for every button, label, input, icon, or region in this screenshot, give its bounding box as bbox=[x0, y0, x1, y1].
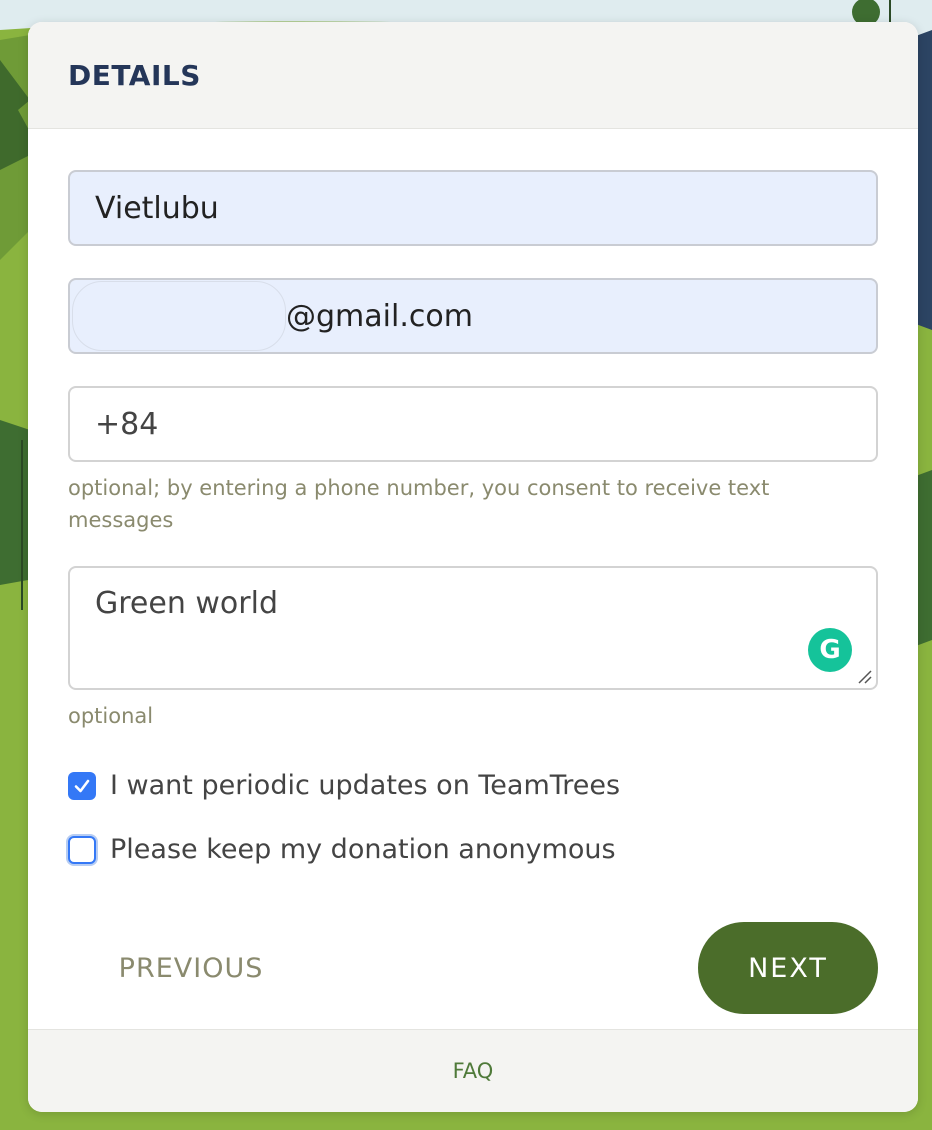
anonymous-checkbox[interactable] bbox=[68, 835, 96, 864]
phone-help-text: optional; by entering a phone number, yo… bbox=[68, 476, 770, 532]
resize-handle-icon[interactable] bbox=[857, 669, 873, 685]
faq-link[interactable]: FAQ bbox=[453, 1059, 494, 1083]
email-redacted-block bbox=[72, 281, 286, 351]
phone-input-value: +84 bbox=[95, 406, 159, 442]
details-card: DETAILS Vietlubu @gmail.com +84 optional… bbox=[28, 22, 918, 1112]
previous-button[interactable]: PREVIOUS bbox=[86, 922, 296, 1014]
message-textarea-value: Green world bbox=[95, 586, 278, 621]
name-input[interactable]: Vietlubu bbox=[68, 170, 878, 246]
updates-checkbox-row[interactable]: I want periodic updates on TeamTrees bbox=[68, 770, 620, 801]
anonymous-checkbox-row[interactable]: Please keep my donation anonymous bbox=[68, 834, 616, 865]
card-header: DETAILS bbox=[28, 22, 918, 129]
message-textarea[interactable]: Green world G bbox=[68, 566, 878, 690]
card-footer: FAQ bbox=[28, 1029, 918, 1112]
email-input[interactable]: @gmail.com bbox=[68, 278, 878, 354]
checkmark-icon bbox=[74, 779, 90, 792]
name-input-value: Vietlubu bbox=[95, 190, 219, 226]
updates-checkbox-label[interactable]: I want periodic updates on TeamTrees bbox=[110, 770, 620, 801]
phone-input[interactable]: +84 bbox=[68, 386, 878, 462]
updates-checkbox[interactable] bbox=[68, 771, 96, 800]
email-input-value: @gmail.com bbox=[286, 298, 473, 334]
message-help-text: optional bbox=[68, 704, 154, 728]
page-title: DETAILS bbox=[68, 58, 201, 92]
next-button[interactable]: NEXT bbox=[698, 922, 878, 1014]
grammarly-icon[interactable]: G bbox=[808, 628, 852, 672]
anonymous-checkbox-label[interactable]: Please keep my donation anonymous bbox=[110, 834, 616, 865]
